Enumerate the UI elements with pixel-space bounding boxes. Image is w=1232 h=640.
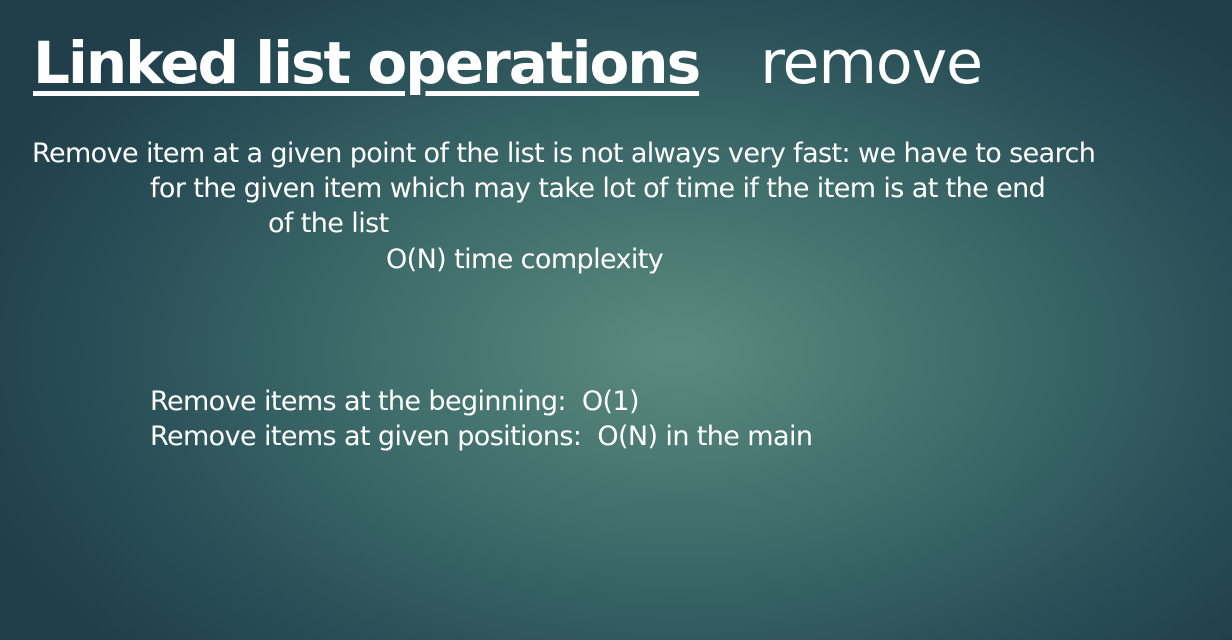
slide-title: Linked list operations [33,29,701,97]
body-line-3: of the list [268,208,389,239]
slide-subtitle: remove [760,28,983,98]
slide: Linked list operations remove Remove ite… [0,0,1232,640]
body-line-4: O(N) time complexity [386,244,664,275]
body-line-2: for the given item which may take lot of… [150,173,1046,204]
title-row: Linked list operations remove [33,28,983,98]
body-line-6: Remove items at given positions: O(N) in… [150,421,813,452]
body-line-5: Remove items at the beginning: O(1) [150,386,640,417]
body-line-1: Remove item at a given point of the list… [32,138,1096,169]
